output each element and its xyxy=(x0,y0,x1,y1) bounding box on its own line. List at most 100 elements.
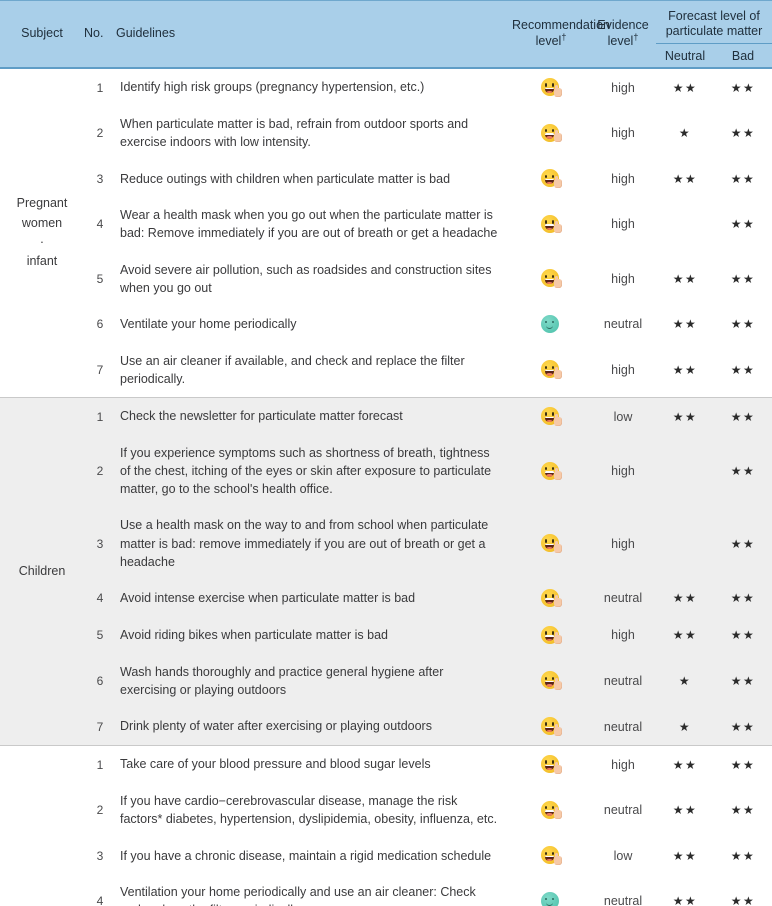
column-header-no: No. xyxy=(84,0,116,69)
recommendation-level-cell xyxy=(512,616,590,654)
row-number: 3 xyxy=(84,160,116,198)
grinning-face-with-thumbs-up-icon xyxy=(540,800,562,820)
guideline-text: Identify high risk groups (pregnancy hyp… xyxy=(116,68,512,106)
star-rating: ★★ xyxy=(730,464,756,479)
guideline-text: Avoid severe air pollution, such as road… xyxy=(116,251,512,306)
thumbs-up-hand-icon xyxy=(553,852,562,865)
table-row: 2 If you experience symptoms such as shor… xyxy=(0,435,772,508)
star-rating: ★★ xyxy=(730,591,756,606)
forecast-bad-cell: ★★ xyxy=(714,579,772,617)
evidence-level-cell: high xyxy=(590,251,656,306)
grinning-face-with-thumbs-up-icon xyxy=(540,169,562,188)
guideline-text: Wear a health mask when you go out when … xyxy=(116,197,512,252)
recommendation-level-cell xyxy=(512,197,590,252)
guideline-text: If you have a chronic disease, maintain … xyxy=(116,837,512,875)
subject-cell: Pregnant women · infant xyxy=(0,68,84,398)
table-row: 7 Drink plenty of water after exercising … xyxy=(0,708,772,746)
forecast-neutral-cell: ★★ xyxy=(656,251,714,306)
evidence-level-cell: neutral xyxy=(590,708,656,746)
forecast-bad-cell: ★★ xyxy=(714,745,772,783)
recommendation-level-cell xyxy=(512,874,590,906)
evidence-level-cell: neutral xyxy=(590,653,656,708)
grinning-face-with-thumbs-up-icon xyxy=(540,588,562,608)
star-rating: ★★ xyxy=(730,757,756,772)
row-number: 4 xyxy=(84,579,116,617)
recommendation-level-cell xyxy=(512,160,590,198)
thumbs-up-hand-icon xyxy=(553,413,562,426)
thumbs-up-hand-icon xyxy=(553,632,562,645)
thumbs-up-hand-icon xyxy=(553,84,562,97)
guideline-text: Ventilation your home periodically and u… xyxy=(116,874,512,906)
star-rating: ★★ xyxy=(672,409,698,424)
forecast-bad-cell: ★★ xyxy=(714,397,772,435)
star-rating: ★★ xyxy=(730,171,756,186)
row-number: 6 xyxy=(84,653,116,708)
grinning-face-with-thumbs-up-icon xyxy=(540,846,562,865)
guideline-text: Reduce outings with children when partic… xyxy=(116,160,512,198)
table-row: 4 Avoid intense exercise when particulate… xyxy=(0,579,772,617)
guidelines-table: Subject No. Guidelines Recommendation le… xyxy=(0,0,772,906)
emoji-mouth xyxy=(544,133,555,139)
recommendation-level-cell xyxy=(512,305,590,343)
guideline-text: If you have cardio−cerebrovascular disea… xyxy=(116,783,512,838)
forecast-subheader-row: Neutral Bad xyxy=(656,43,772,63)
grinning-face-with-thumbs-up-icon xyxy=(540,269,562,288)
recommendation-level-cell xyxy=(512,783,590,838)
recommendation-level-cell xyxy=(512,837,590,875)
subject-line: · xyxy=(39,235,45,249)
guideline-text: Drink plenty of water after exercising o… xyxy=(116,708,512,746)
thumbs-up-hand-icon xyxy=(553,540,562,553)
thumbs-up-hand-icon xyxy=(553,130,562,143)
forecast-bad-cell: ★★ xyxy=(714,197,772,252)
smiling-face-icon xyxy=(540,314,562,334)
row-number: 4 xyxy=(84,874,116,906)
emoji-mouth xyxy=(544,635,555,641)
emoji-eye-right xyxy=(551,897,554,901)
column-header-subject-label: Subject xyxy=(21,26,63,41)
table-row: Children 1 Check the newsletter for partic… xyxy=(0,397,772,746)
recommendation-level-cell xyxy=(512,507,590,580)
evidence-level-text: Evidence level xyxy=(597,18,649,48)
evidence-level-cell: neutral xyxy=(590,579,656,617)
recommendation-level-cell xyxy=(512,579,590,617)
guideline-text: When particulate matter is bad, refrain … xyxy=(116,106,512,161)
grinning-face-with-thumbs-up-icon xyxy=(540,407,562,426)
forecast-neutral-cell: ★★ xyxy=(656,305,714,343)
recommendation-level-cell xyxy=(512,653,590,708)
forecast-neutral-cell: ★★ xyxy=(656,874,714,906)
table-row: 2 If you have cardio−cerebrovascular dise… xyxy=(0,783,772,838)
guideline-text: Use an air cleaner if available, and che… xyxy=(116,342,512,398)
column-header-evidence-level: Evidence level† xyxy=(590,0,656,69)
star-rating: ★★ xyxy=(730,317,756,332)
emoji-eye-right xyxy=(551,594,555,598)
star-rating: ★★ xyxy=(672,757,698,772)
star-rating: ★★ xyxy=(730,362,756,377)
thumbs-up-hand-icon xyxy=(553,468,562,481)
forecast-bad-cell: ★★ xyxy=(714,305,772,343)
forecast-neutral-cell: ★★ xyxy=(656,342,714,398)
column-header-forecast-bad: Bad xyxy=(731,49,755,63)
guideline-text: Avoid intense exercise when particulate … xyxy=(116,579,512,617)
recommendation-level-footnote-mark: † xyxy=(561,31,567,42)
thumbs-up-hand-icon xyxy=(553,366,562,379)
star-rating: ★★ xyxy=(730,80,756,95)
emoji-eye-right xyxy=(551,83,555,87)
guideline-text: Check the newsletter for particulate mat… xyxy=(116,397,512,435)
forecast-title-label: Forecast level of particulate matter xyxy=(665,9,763,38)
thumbs-up-hand-icon xyxy=(553,221,562,234)
forecast-neutral-cell: ★★ xyxy=(656,160,714,198)
table-row: 4 Wear a health mask when you go out when… xyxy=(0,197,772,252)
subject-line: women xyxy=(21,215,63,230)
star-rating: ★★ xyxy=(672,894,698,906)
recommendation-level-cell xyxy=(512,397,590,435)
thumbs-up-hand-icon xyxy=(553,807,562,820)
forecast-bad-cell: ★★ xyxy=(714,68,772,106)
evidence-level-cell: neutral xyxy=(590,874,656,906)
forecast-neutral-cell: ★★ xyxy=(656,397,714,435)
subject-cell: Children xyxy=(0,397,84,746)
grinning-face-with-thumbs-up-icon xyxy=(540,123,562,143)
evidence-level-cell: high xyxy=(590,435,656,508)
thumbs-up-hand-icon xyxy=(553,761,562,774)
forecast-neutral-cell: ★★ xyxy=(656,616,714,654)
recommendation-level-cell xyxy=(512,745,590,783)
